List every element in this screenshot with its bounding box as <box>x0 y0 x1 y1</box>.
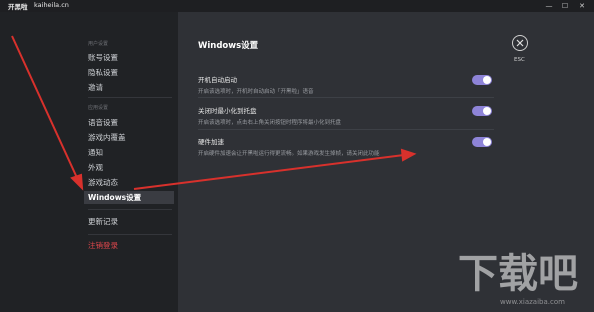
watermark-url: www.xiazaiba.com <box>500 298 565 306</box>
annotation-arrow-line <box>11 35 79 181</box>
annotation-arrowhead <box>400 148 417 162</box>
watermark-logo: 下载吧 <box>458 251 578 297</box>
annotation-arrow-line <box>133 154 405 190</box>
watermark: 下载吧 www.xiazaiba.com <box>458 252 590 310</box>
annotation-arrowhead <box>70 173 84 191</box>
